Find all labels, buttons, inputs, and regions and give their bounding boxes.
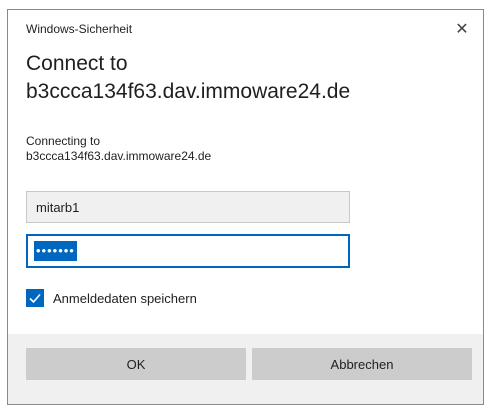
dialog-footer: OK Abbrechen <box>8 334 483 404</box>
heading-line-2: b3ccca134f63.dav.immoware24.de <box>26 80 351 103</box>
window-title: Windows-Sicherheit <box>26 22 133 36</box>
connecting-host: b3ccca134f63.dav.immoware24.de <box>26 149 212 163</box>
cancel-button[interactable]: Abbrechen <box>252 348 472 380</box>
remember-credentials-checkbox[interactable] <box>26 289 44 307</box>
dialog-heading: Connect to b3ccca134f63.dav.immoware24.d… <box>26 50 466 106</box>
credential-dialog: Windows-Sicherheit ✕ Connect to b3ccca13… <box>7 9 484 405</box>
username-field[interactable]: mitarb1 <box>26 191 350 223</box>
heading-line-1: Connect to <box>26 52 128 75</box>
password-field[interactable]: ••••••• <box>26 234 350 268</box>
username-value: mitarb1 <box>36 199 80 215</box>
connecting-label: Connecting to <box>26 134 101 148</box>
ok-button[interactable]: OK <box>26 348 246 380</box>
remember-credentials-label: Anmeldedaten speichern <box>53 290 197 306</box>
close-button[interactable]: ✕ <box>451 18 473 40</box>
connecting-text: Connecting to b3ccca134f63.dav.immoware2… <box>26 134 211 164</box>
password-value: ••••••• <box>34 241 77 261</box>
remember-credentials-row[interactable]: Anmeldedaten speichern <box>26 289 197 307</box>
close-icon: ✕ <box>455 21 469 38</box>
checkmark-icon <box>29 293 41 304</box>
